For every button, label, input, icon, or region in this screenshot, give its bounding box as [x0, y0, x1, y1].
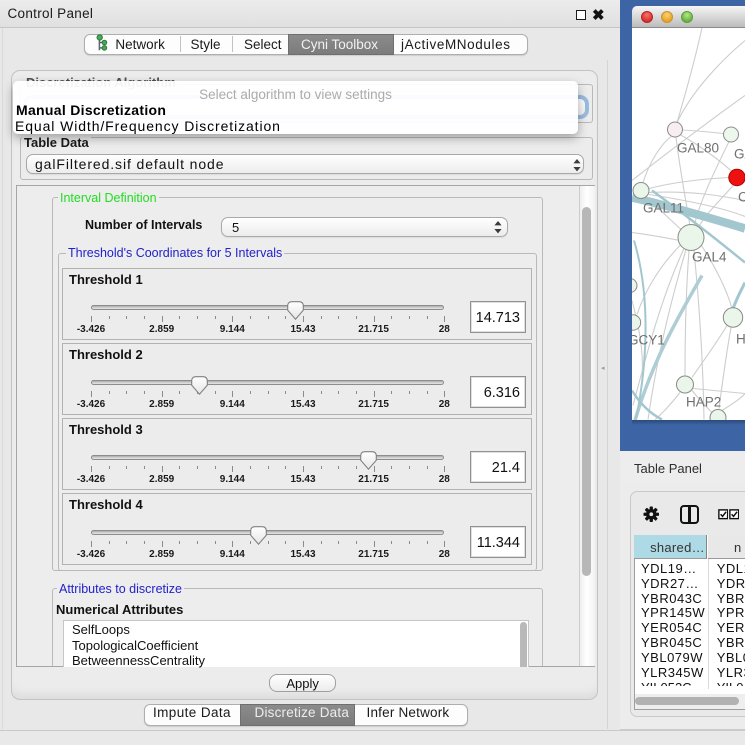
svg-text:GAL11: GAL11 — [643, 200, 684, 215]
svg-text:GCY1: GCY1 — [632, 332, 665, 347]
svg-text:GAL80: GAL80 — [677, 140, 719, 155]
svg-text:GAL4: GAL4 — [692, 249, 727, 264]
svg-text:CR: CR — [738, 189, 745, 204]
svg-text:HAP2: HAP2 — [686, 394, 721, 409]
svg-text:GA: GA — [734, 146, 745, 161]
svg-text:HI: HI — [736, 331, 745, 346]
